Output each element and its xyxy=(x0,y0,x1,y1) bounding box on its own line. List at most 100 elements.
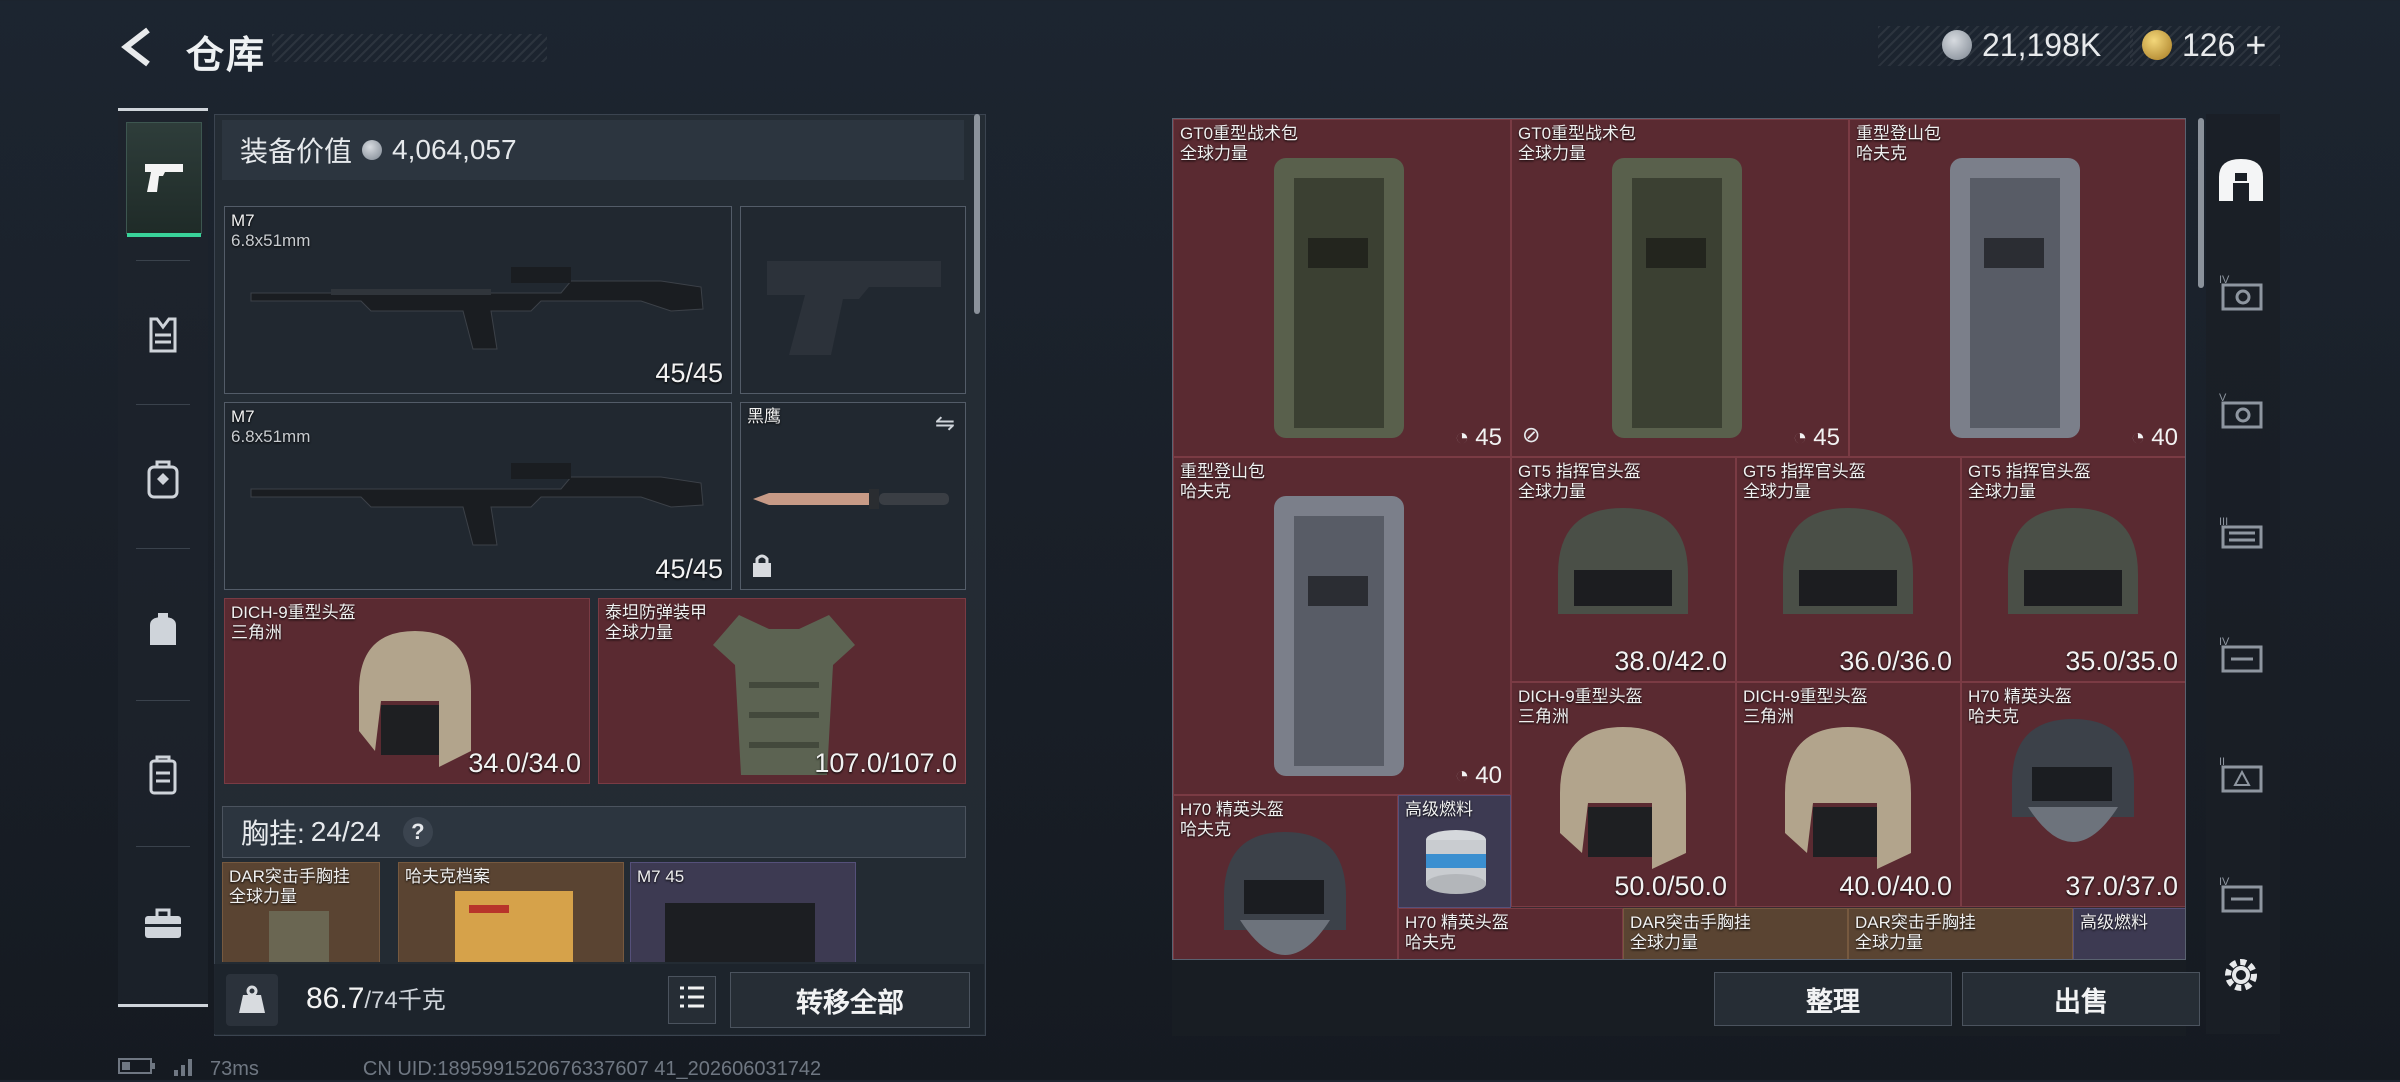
storage-item[interactable]: GT0重型战术包 全球力量 ◔ 45 xyxy=(1173,119,1511,457)
tab-toolbox[interactable] xyxy=(126,870,200,980)
add-currency-button[interactable]: + xyxy=(2245,24,2266,66)
helmet-icon xyxy=(1224,832,1346,955)
item-capacity: ◔ 40 xyxy=(1454,762,1502,789)
tab-chest-rig[interactable] xyxy=(126,282,200,392)
primary-weapon-slot[interactable]: M7 6.8x51mm 45/45 xyxy=(224,206,732,394)
gold-currency[interactable]: 126 + xyxy=(2142,22,2266,68)
helmet-icon xyxy=(1785,727,1911,869)
tab-safe-box[interactable]: III xyxy=(2210,500,2272,570)
capacity-icon: ◔ xyxy=(1454,762,1470,789)
rig-item[interactable]: M7 45 xyxy=(630,862,856,962)
document-folder-icon xyxy=(455,891,573,962)
storage-item[interactable]: DAR突击手胸挂 全球力量 xyxy=(1623,908,1848,959)
tab-safe-box[interactable]: V xyxy=(2210,376,2272,446)
item-name: DICH-9重型头盔 xyxy=(1518,687,1643,706)
chest-rig-items: DAR突击手胸挂 全球力量 哈夫克档案 M7 45 xyxy=(222,862,966,962)
help-icon[interactable]: ? xyxy=(402,817,433,847)
item-name: GT5 指挥官头盔 xyxy=(1518,462,1641,481)
tab-safe-box[interactable]: IV xyxy=(2210,258,2272,328)
left-tab-top-line xyxy=(118,108,208,111)
item-name: H70 精英头盔 xyxy=(1968,687,2072,706)
tab-separator xyxy=(136,260,190,261)
storage-item[interactable]: H70 精英头盔 哈夫克 xyxy=(1398,908,1623,959)
swap-icon[interactable]: ⇋ xyxy=(935,409,955,438)
no-trade-icon: ⊘ xyxy=(1522,422,1541,447)
sell-button[interactable]: 出售 xyxy=(1962,972,2200,1026)
storage-item[interactable]: GT5 指挥官头盔 全球力量 35.0/35.0 xyxy=(1961,457,2185,682)
secondary-weapon-slot[interactable]: M7 6.8x51mm 45/45 xyxy=(224,402,732,590)
helmet-icon xyxy=(1783,508,1913,614)
item-name: 高级燃料 xyxy=(2080,913,2148,932)
tab-warehouse-main[interactable] xyxy=(2210,146,2272,216)
safe-iv-2-icon: IV xyxy=(2217,633,2265,678)
storage-item[interactable]: H70 精英头盔 哈夫克 37.0/37.0 xyxy=(1961,682,2185,907)
storage-item[interactable]: H70 精英头盔 哈夫克 xyxy=(1173,795,1398,959)
settings-button[interactable] xyxy=(2210,942,2272,1012)
storage-item[interactable]: DAR突击手胸挂 全球力量 xyxy=(1848,908,2073,959)
item-capacity: ◔ 45 xyxy=(1454,424,1502,451)
item-capacity: ◔ 45 xyxy=(1792,424,1840,451)
item-durability: 36.0/36.0 xyxy=(1839,646,1952,676)
melee-slot[interactable]: 黑鹰 ⇋ xyxy=(740,402,966,590)
helmet-name: DICH-9重型头盔 xyxy=(231,603,356,622)
transfer-all-button[interactable]: 转移全部 xyxy=(730,972,970,1028)
rig-item-name: DAR突击手胸挂 xyxy=(229,867,350,886)
helmet-durability: 34.0/34.0 xyxy=(468,748,581,778)
helmet-slot[interactable]: DICH-9重型头盔 三角洲 34.0/34.0 xyxy=(224,598,590,784)
storage-item[interactable]: DICH-9重型头盔 三角洲 40.0/40.0 xyxy=(1736,682,1961,907)
storage-item[interactable]: 重型登山包 哈夫克 ◔ 40 xyxy=(1173,457,1511,795)
storage-item[interactable]: 重型登山包 哈夫克 ◔ 40 xyxy=(1849,119,2185,457)
storage-item[interactable]: DICH-9重型头盔 三角洲 50.0/50.0 xyxy=(1511,682,1736,907)
storage-item[interactable]: GT0重型战术包 全球力量 ⊘ ◔ 45 xyxy=(1511,119,1849,457)
weapon-ammo: 45/45 xyxy=(655,554,723,584)
rig-item[interactable]: DAR突击手胸挂 全球力量 xyxy=(222,862,380,962)
storage-item[interactable]: GT5 指挥官头盔 全球力量 36.0/36.0 xyxy=(1736,457,1961,682)
item-faction: 哈夫克 xyxy=(1405,933,1456,952)
rig-item[interactable]: 哈夫克档案 xyxy=(398,862,624,962)
magazine-icon xyxy=(665,903,815,962)
storage-grid: GT0重型战术包 全球力量 ◔ 45 GT0重型战术包 全球力量 ⊘ ◔ 45 重型登山… xyxy=(1172,118,2186,960)
sort-button[interactable]: 整理 xyxy=(1714,972,1952,1026)
item-name: DAR突击手胸挂 xyxy=(1630,913,1751,932)
tab-case[interactable] xyxy=(126,722,200,832)
item-name: GT5 指挥官头盔 xyxy=(1968,462,2091,481)
armor-durability: 107.0/107.0 xyxy=(814,748,957,778)
item-name: H70 精英头盔 xyxy=(1180,800,1284,819)
back-arrow-icon[interactable] xyxy=(118,26,160,68)
weapon-name: M7 xyxy=(231,407,255,426)
tab-backpack[interactable] xyxy=(126,426,200,536)
tab-pouch[interactable] xyxy=(126,576,200,686)
armor-slot[interactable]: 泰坦防弹装甲 全球力量 107.0/107.0 xyxy=(598,598,966,784)
capacity-icon: ◔ xyxy=(1792,424,1808,451)
storage-scrollbar[interactable] xyxy=(2198,118,2204,288)
tab-separator xyxy=(136,700,190,701)
equipment-value-label: 装备价值 xyxy=(240,136,353,167)
storage-item[interactable]: GT5 指挥官头盔 全球力量 38.0/42.0 xyxy=(1511,457,1736,682)
helmet-faction: 三角洲 xyxy=(231,623,282,642)
tab-separator xyxy=(136,846,190,847)
gear-icon xyxy=(2220,954,2262,1001)
user-id: CN UID:1895991520676337607 41_2026060317… xyxy=(362,1057,822,1080)
page-title: 仓库 xyxy=(186,35,267,77)
item-durability: 37.0/37.0 xyxy=(2065,871,2178,901)
tab-safe-box[interactable]: IV xyxy=(2210,620,2272,690)
tab-weapons[interactable] xyxy=(126,122,202,237)
gold-amount: 126 xyxy=(2182,26,2236,63)
equipment-value-bar: 装备价值 4,064,057 xyxy=(222,120,964,180)
item-faction: 哈夫克 xyxy=(1180,482,1231,501)
helmet-icon xyxy=(359,631,471,767)
battery-icon xyxy=(118,1057,158,1081)
tab-safe-box[interactable]: IV xyxy=(2210,860,2272,930)
loadout-scrollbar[interactable] xyxy=(974,114,980,314)
chest-rig-icon xyxy=(145,317,181,358)
helmet-icon xyxy=(1558,508,1688,614)
rifle-icon xyxy=(250,463,704,546)
storage-item[interactable]: 高级燃料 xyxy=(2073,908,2185,959)
tab-safe-box[interactable]: II xyxy=(2210,740,2272,810)
pouch-icon xyxy=(146,611,180,652)
storage-item[interactable]: 高级燃料 xyxy=(1398,795,1511,908)
tab-separator xyxy=(136,548,190,549)
helmet-icon xyxy=(2008,508,2138,614)
sidearm-slot[interactable] xyxy=(740,206,966,394)
list-view-button[interactable] xyxy=(668,976,716,1024)
